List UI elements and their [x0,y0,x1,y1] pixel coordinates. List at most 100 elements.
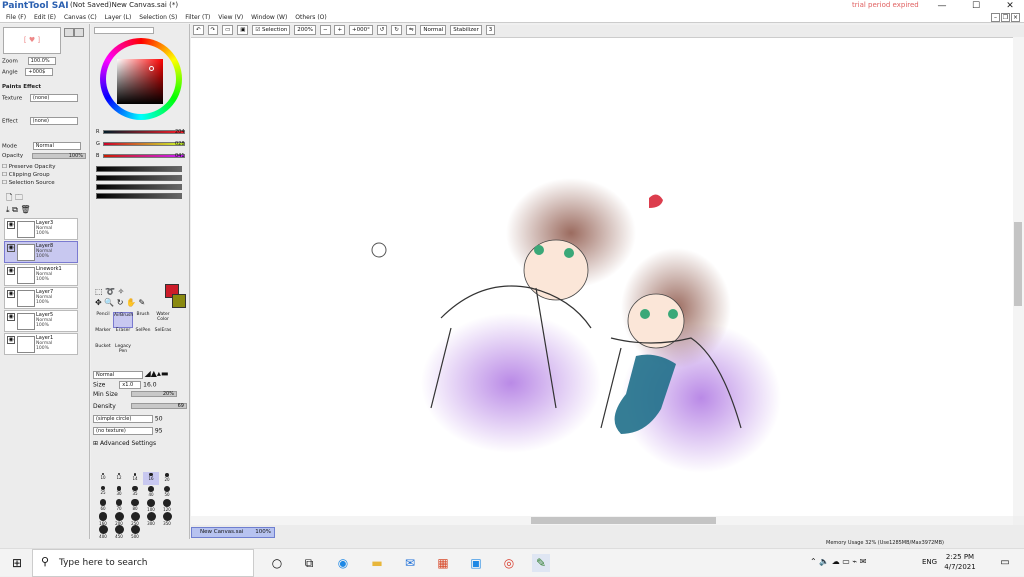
texture-select[interactable]: (none) [29,94,78,102]
swatch-bar-3[interactable] [96,184,182,190]
clock[interactable]: 2:25 PM 4/7/2021 [940,552,980,572]
vertical-scroll-thumb[interactable] [1014,222,1022,306]
task-view-icon[interactable]: ⧉ [300,554,318,572]
tool-marker[interactable]: Marker [93,328,113,344]
brush-preset[interactable]: 500 [127,524,143,539]
invert-selection-button[interactable]: ▣ [237,25,249,35]
transfer-icon[interactable]: ⤓ [6,205,10,214]
swatch-bar-2[interactable] [96,175,182,181]
menu-filter[interactable]: Filter (T) [185,12,210,23]
navigator-thumbnail[interactable]: [ ♥ ] [3,27,61,54]
tool-selpen[interactable]: SelPen [133,328,153,344]
rotate-left-button[interactable]: ↺ [376,25,388,35]
selection-checkbox[interactable]: ☑ Selection [252,25,291,35]
tool-seleraser[interactable]: SelEras [153,328,173,344]
tool-watercolor[interactable]: Water Color [153,312,173,328]
horizontal-scroll-thumb[interactable] [531,517,716,524]
brush-preset[interactable]: 250 [127,511,143,526]
tool-brush[interactable]: Brush [133,312,153,328]
eye-icon[interactable]: ◉ [7,221,15,229]
brush-preset[interactable]: 60 [95,498,111,511]
brush-preset[interactable]: 20 [159,472,175,485]
store-icon[interactable]: ▦ [434,554,452,572]
brush-preset[interactable]: 80 [127,498,143,511]
system-tray-icons[interactable]: ⌃ 🔈 ☁ ▭ ⌁ ✉ [810,557,866,566]
min-size-slider[interactable]: 20% [131,391,177,397]
saturation-value-box[interactable] [117,59,163,104]
brush-preset[interactable]: 200 [111,511,127,526]
drawing-canvas[interactable] [191,37,1013,516]
zoom-field[interactable]: 100.0% [27,57,56,65]
chrome-icon[interactable]: ◎ [500,554,518,572]
blend-mode-select[interactable]: Normal [32,142,81,150]
app-icon[interactable]: ▣ [467,554,485,572]
doc-close-button[interactable]: × [1011,13,1020,22]
doc-restore-button[interactable]: ❐ [1001,13,1010,22]
maximize-button[interactable]: ☐ [964,0,988,12]
mail-icon[interactable]: ✉ [401,554,419,572]
tool-eraser[interactable]: Eraser [113,328,133,344]
edge-icon[interactable]: ◉ [334,554,352,572]
layer-item[interactable]: ◉ Layer7 Normal 100% [4,287,78,309]
brush-mode-select[interactable]: Normal [93,370,143,379]
brush-preset[interactable]: 300 [143,511,159,526]
close-button[interactable]: ✕ [998,0,1022,12]
brush-preset[interactable]: 120 [159,498,175,512]
zoom-out-button[interactable]: − [319,25,331,35]
tool-pencil[interactable]: Pencil [93,312,113,328]
layer-item[interactable]: ◉ Layer3 Normal 100% [4,218,78,240]
brush-preset[interactable]: 450 [111,524,127,539]
eye-icon[interactable]: ◉ [7,267,15,275]
brush-preset[interactable]: 50 [159,485,175,498]
zoom-icon[interactable]: 🔍 [104,298,114,307]
eye-icon[interactable]: ◉ [7,336,15,344]
brush-preset[interactable]: 10 [95,472,111,485]
flip-button[interactable]: ⇋ [405,25,417,35]
menu-edit[interactable]: Edit (E) [34,12,56,23]
density-slider[interactable]: 69 [131,403,187,409]
vertical-scrollbar[interactable] [1013,37,1024,516]
menu-view[interactable]: View (V) [218,12,243,23]
lasso-icon[interactable]: ➰ [105,287,115,296]
nav-zoom-in-button[interactable] [64,28,74,37]
swatch-bar-1[interactable] [96,166,182,172]
brush-preset[interactable]: 100 [143,498,159,512]
color-picker-handle[interactable] [149,66,154,71]
horizontal-scrollbar[interactable] [191,516,1013,525]
new-layer-icon[interactable]: 🗋 [6,193,12,202]
menu-others[interactable]: Others (O) [295,12,326,23]
brush-texture-value[interactable]: 95 [155,428,163,435]
file-explorer-icon[interactable]: ▬ [368,554,386,572]
brush-preset[interactable]: 350 [159,511,175,526]
color-mode-tabs[interactable] [94,27,154,34]
menu-layer[interactable]: Layer (L) [105,12,132,23]
brush-shape-icons[interactable]: ◢▲▴▬ [145,369,169,378]
tool-legacy-pen[interactable]: Legacy Pen [113,344,133,360]
redo-button[interactable]: ↷ [207,25,219,35]
sai-taskbar-icon[interactable]: ✎ [532,554,550,572]
eye-icon[interactable]: ◉ [7,313,15,321]
rect-select-icon[interactable]: ⬚ [95,287,103,296]
layer-item[interactable]: ◉ Layer5 Normal 100% [4,310,78,332]
rotate-icon[interactable]: ↻ [117,298,124,307]
merge-icon[interactable]: ⧉ [12,205,18,214]
green-slider[interactable] [103,142,185,146]
brush-preset[interactable]: 14 [127,472,143,485]
brush-preset[interactable]: 40 [143,485,159,498]
zoom-select[interactable]: 200% [294,25,317,35]
new-folder-icon[interactable]: 🗀 [15,193,23,202]
rotate-right-button[interactable]: ↻ [391,25,402,35]
brush-shape-value[interactable]: 50 [155,416,163,423]
language-indicator[interactable]: ENG [922,558,937,566]
document-tab[interactable]: New Canvas.sai 100% [191,527,275,538]
size-multiplier[interactable]: x1.0 [119,381,142,389]
swatch-bar-4[interactable] [96,193,182,199]
brush-preset[interactable]: 16 [143,472,159,485]
brush-preset[interactable]: 12 [111,472,127,485]
menu-selection[interactable]: Selection (S) [139,12,177,23]
size-value[interactable]: 16.0 [143,382,156,389]
brush-texture-select[interactable]: (no texture) [93,427,153,435]
cortana-icon[interactable]: ○ [268,554,286,572]
effect-select[interactable]: (none) [29,117,78,125]
angle-select[interactable]: +000° [349,25,373,35]
